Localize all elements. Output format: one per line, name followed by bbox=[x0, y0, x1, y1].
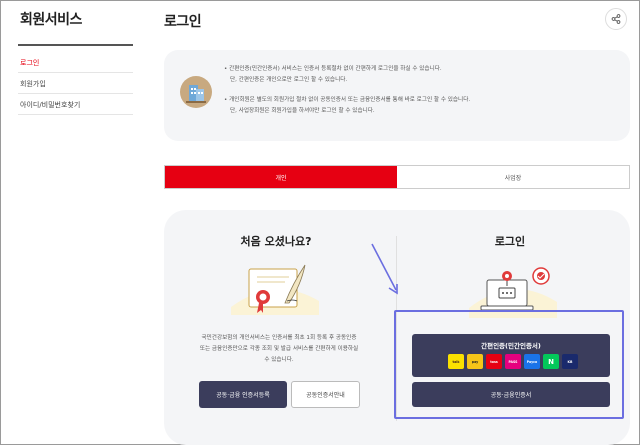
notice-box: • 간편인증(민간인증서) 서비스는 인증서 등록절차 없이 간편하게 로그인을… bbox=[164, 50, 630, 141]
joint-financial-cert-button[interactable]: 공동·금융인증서 bbox=[412, 382, 610, 407]
sidebar-item-signup[interactable]: 회원가입 bbox=[18, 73, 133, 94]
sidebar-menu: 로그인 회원가입 아이디/비밀번호찾기 bbox=[18, 52, 133, 115]
description-line: 수 있습니다. bbox=[264, 357, 294, 363]
login-title: 로그인 bbox=[494, 235, 526, 248]
sidebar-title: 회원서비스 bbox=[20, 12, 82, 28]
page-title: 로그인 bbox=[164, 14, 202, 30]
notice-line: 단, 간편인증은 개인으로만 로그인 할 수 있습니다. bbox=[230, 77, 348, 83]
annotation-arrow-icon bbox=[371, 243, 398, 295]
payco-icon: Payco bbox=[524, 354, 540, 369]
simple-auth-label: 간편인증(민간인증서) bbox=[481, 342, 541, 350]
member-type-tabs: 개인 사업장 bbox=[164, 165, 630, 189]
share-button[interactable] bbox=[605, 8, 627, 30]
certificate-illustration bbox=[231, 264, 319, 315]
kb-bank-icon: KB bbox=[562, 354, 578, 369]
pass-icon: PASS bbox=[505, 354, 521, 369]
tab-business[interactable]: 사업장 bbox=[397, 166, 629, 188]
provider-logos: talk pay toss PASS Payco N KB bbox=[448, 354, 578, 369]
toss-icon: toss bbox=[486, 354, 502, 369]
share-icon bbox=[611, 14, 621, 24]
sidebar-item-login[interactable]: 로그인 bbox=[18, 52, 133, 73]
naver-icon: N bbox=[543, 354, 559, 369]
kakao-pay-icon: pay bbox=[467, 354, 483, 369]
first-visit-title: 처음 오셨나요? bbox=[240, 235, 312, 248]
description-line: 또는 금융인증만으로 각종 조회 및 발급 서비스를 간편하게 이용하실 bbox=[199, 346, 359, 352]
notice-line: 단, 사업장회원은 회원가입을 하셔야만 로그인 할 수 있습니다. bbox=[230, 108, 375, 114]
description-line: 국민건강보험의 개인서비스는 인증서를 최초 1회 등록 후 공동인증 bbox=[201, 335, 357, 341]
certificate-guide-button[interactable]: 공동인증서안내 bbox=[291, 381, 360, 408]
building-icon bbox=[180, 76, 212, 108]
sidebar-divider bbox=[18, 44, 133, 46]
notice-line: • 간편인증(민간인증서) 서비스는 인증서 등록절차 없이 간편하게 로그인을… bbox=[224, 66, 442, 72]
notice-line: • 개인회원은 별도의 회원가입 절차 없이 공동인증서 또는 금융인증서를 통… bbox=[224, 97, 471, 103]
first-visit-description: 국민건강보험의 개인서비스는 인증서를 최초 1회 등록 후 공동인증 또는 금… bbox=[174, 333, 384, 366]
register-certificate-button[interactable]: 공동·금융 인증서등록 bbox=[199, 381, 287, 408]
sidebar-item-find-account[interactable]: 아이디/비밀번호찾기 bbox=[18, 94, 133, 115]
tab-individual[interactable]: 개인 bbox=[165, 166, 397, 188]
kakao-talk-icon: talk bbox=[448, 354, 464, 369]
notice-text: • 간편인증(민간인증서) 서비스는 인증서 등록절차 없이 간편하게 로그인을… bbox=[224, 64, 620, 117]
simple-auth-button[interactable]: 간편인증(민간인증서) talk pay toss PASS Payco N K… bbox=[412, 334, 610, 377]
laptop-login-illustration bbox=[469, 267, 557, 318]
